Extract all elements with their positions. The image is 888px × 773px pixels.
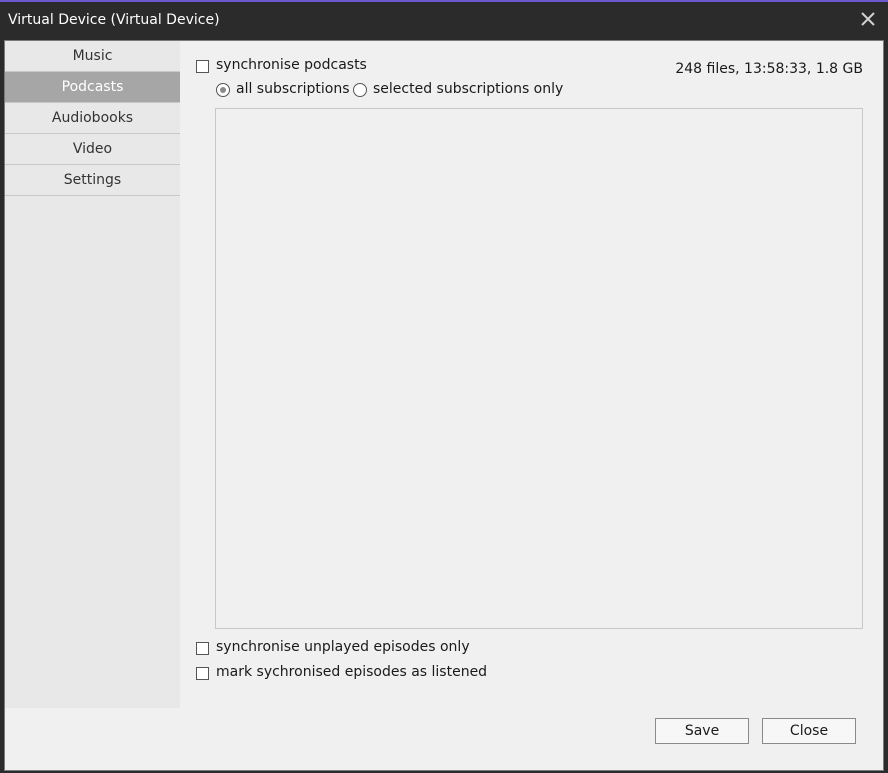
sidebar-item-podcasts[interactable]: Podcasts	[5, 72, 180, 103]
subscriptions-list[interactable]	[215, 108, 863, 629]
sync-stats: 248 files, 13:58:33, 1.8 GB	[675, 61, 863, 77]
unplayed-only-checkbox[interactable]	[196, 642, 209, 655]
sync-podcasts-label: synchronise podcasts	[216, 57, 367, 73]
window-title: Virtual Device (Virtual Device)	[8, 12, 220, 28]
podcasts-panel: synchronise podcasts 248 files, 13:58:33…	[180, 41, 883, 708]
dialog-body: Music Podcasts Audiobooks Video Settings…	[4, 40, 884, 771]
mark-listened-label: mark sychronised episodes as listened	[216, 664, 488, 680]
title-bar: Virtual Device (Virtual Device)	[0, 2, 888, 38]
sidebar-item-audiobooks[interactable]: Audiobooks	[5, 103, 180, 134]
close-icon[interactable]	[858, 9, 878, 29]
mark-listened-checkbox[interactable]	[196, 667, 209, 680]
unplayed-only-label: synchronise unplayed episodes only	[216, 639, 470, 655]
device-window: Virtual Device (Virtual Device) Music Po…	[0, 0, 888, 773]
selected-subscriptions-radio[interactable]	[353, 83, 367, 97]
all-subscriptions-label: all subscriptions	[236, 81, 350, 97]
sync-podcasts-checkbox[interactable]	[196, 60, 209, 73]
selected-subscriptions-label: selected subscriptions only	[373, 81, 564, 97]
sidebar-item-video[interactable]: Video	[5, 134, 180, 165]
close-button[interactable]: Close	[762, 718, 856, 744]
all-subscriptions-radio[interactable]	[216, 83, 230, 97]
sidebar-item-settings[interactable]: Settings	[5, 165, 180, 196]
save-button[interactable]: Save	[655, 718, 749, 744]
sidebar-item-music[interactable]: Music	[5, 41, 180, 72]
sidebar: Music Podcasts Audiobooks Video Settings	[5, 41, 180, 708]
